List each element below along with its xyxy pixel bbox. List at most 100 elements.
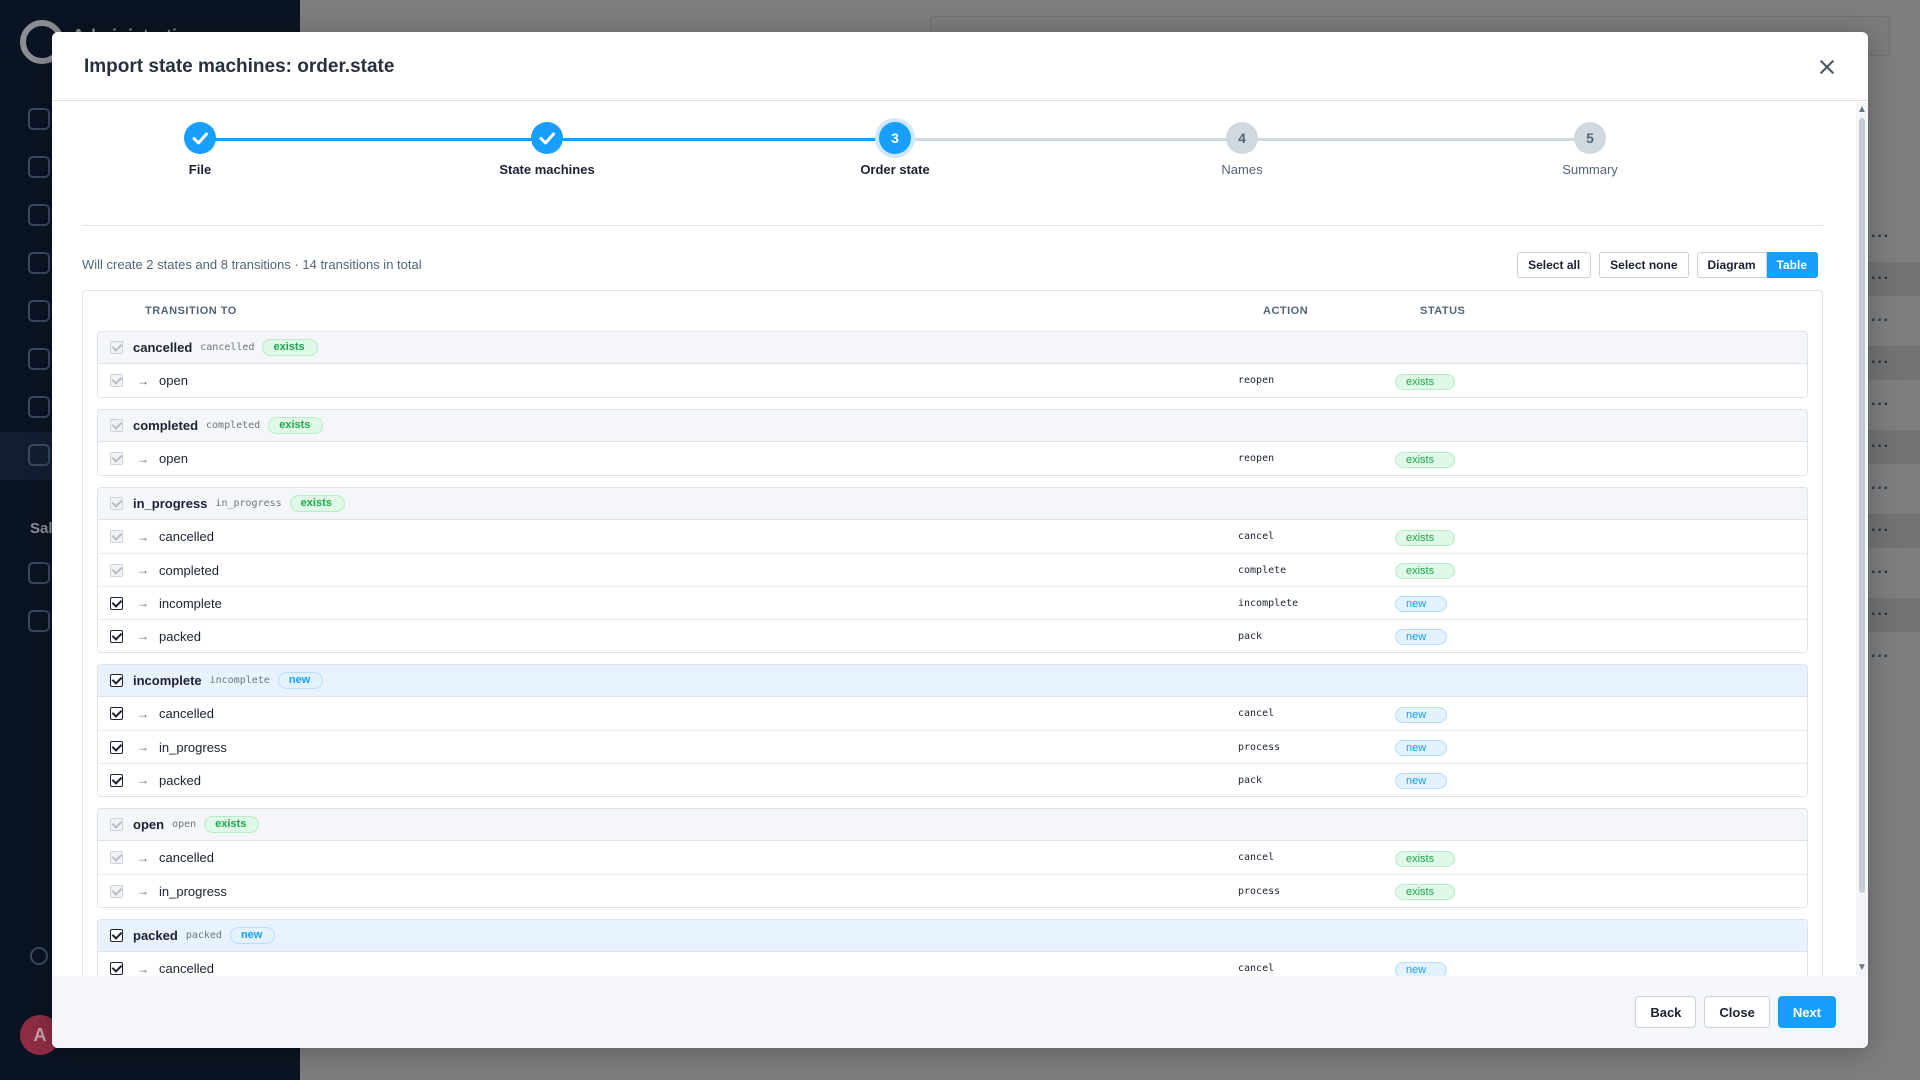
row-actions-icon: ···	[1871, 312, 1890, 329]
arrow-right-icon: →	[137, 773, 149, 787]
state-checkbox	[110, 419, 123, 432]
row-actions-icon: ···	[1871, 270, 1890, 287]
step-file: File	[100, 122, 300, 177]
transition-row: → open reopen exists	[98, 364, 1807, 397]
transition-row: → cancelled cancel exists	[98, 841, 1807, 874]
column-header-status: STATUS	[1420, 305, 1466, 317]
transition-checkbox[interactable]	[110, 596, 123, 610]
transition-status: exists	[1395, 528, 1456, 546]
arrow-right-icon: →	[137, 629, 149, 643]
state-row-in_progress: in_progress in_progress exists	[98, 488, 1807, 520]
transition-to: cancelled	[159, 706, 214, 721]
back-button[interactable]: Back	[1635, 996, 1697, 1028]
column-header-action: ACTION	[1263, 305, 1309, 317]
scrollbar-thumb[interactable]	[1859, 118, 1865, 893]
row-actions-icon: ···	[1871, 438, 1890, 455]
state-name: incomplete	[133, 673, 202, 688]
transition-status: exists	[1395, 561, 1456, 579]
transition-row: → packed pack new	[98, 763, 1807, 796]
status-badge: exists	[1395, 563, 1456, 579]
state-technical-name: cancelled	[200, 342, 255, 353]
arrow-right-icon: →	[137, 740, 149, 754]
step-number: 3	[879, 122, 911, 154]
scroll-down-icon[interactable]: ▼	[1857, 962, 1867, 973]
transition-checkbox[interactable]	[110, 773, 123, 787]
transition-checkbox[interactable]	[110, 962, 123, 975]
state-technical-name: open	[172, 819, 197, 830]
transition-row: → in_progress process new	[98, 730, 1807, 763]
arrow-right-icon: →	[137, 884, 149, 898]
state-technical-name: incomplete	[209, 675, 270, 686]
transition-row: → open reopen exists	[98, 442, 1807, 475]
state-checkbox[interactable]	[110, 929, 123, 942]
state-name: cancelled	[133, 340, 193, 355]
transitions-table: TRANSITION TO ACTION STATUS cancelled can…	[82, 290, 1823, 976]
transition-action: incomplete	[1238, 597, 1299, 609]
state-name: open	[133, 817, 165, 832]
select-none-button[interactable]: Select none	[1599, 252, 1689, 278]
modal-header: Import state machines: order.state	[52, 32, 1868, 101]
transition-action: reopen	[1238, 375, 1275, 386]
status-badge: new	[1395, 740, 1448, 756]
transition-status: exists	[1395, 450, 1456, 468]
row-actions-icon: ···	[1871, 354, 1890, 371]
status-badge: new	[1395, 961, 1448, 976]
state-checkbox	[110, 497, 123, 510]
transition-action: pack	[1238, 630, 1263, 642]
transition-checkbox	[110, 563, 123, 577]
transition-action: cancel	[1238, 708, 1275, 719]
transition-checkbox[interactable]	[110, 740, 123, 754]
transition-status: new	[1395, 738, 1448, 756]
next-button[interactable]: Next	[1777, 996, 1836, 1028]
transition-checkbox	[110, 530, 123, 543]
step-state-machines: State machines	[447, 122, 647, 177]
status-badge: new	[1395, 629, 1448, 645]
transition-to: packed	[159, 772, 201, 788]
arrow-right-icon: →	[137, 596, 149, 610]
state-name: in_progress	[133, 496, 208, 511]
scroll-up-icon[interactable]: ▲	[1857, 104, 1867, 115]
transition-checkbox	[110, 884, 123, 898]
diagram-view-button[interactable]: Diagram	[1696, 252, 1767, 278]
state-checkbox	[110, 341, 123, 354]
row-actions-icon: ···	[1871, 522, 1890, 539]
row-actions-icon: ···	[1871, 564, 1890, 581]
transition-status: new	[1395, 627, 1448, 645]
marketing-icon	[28, 348, 50, 370]
close-button[interactable]: Close	[1704, 996, 1770, 1028]
transition-to: cancelled	[159, 961, 214, 976]
arrow-right-icon: →	[137, 373, 149, 388]
check-icon	[184, 122, 216, 154]
row-actions-icon: ···	[1871, 606, 1890, 623]
transition-row: → completed complete exists	[98, 553, 1807, 586]
table-view-button[interactable]: Table	[1766, 252, 1818, 278]
table-toolbar: Select all Select none Diagram Table	[1517, 252, 1818, 278]
transition-to: incomplete	[159, 595, 222, 611]
transition-checkbox[interactable]	[110, 629, 123, 643]
arrow-right-icon: →	[137, 706, 149, 721]
arrow-right-icon: →	[137, 451, 149, 466]
table-header: TRANSITION TO ACTION STATUS	[97, 291, 1808, 331]
transition-action: process	[1238, 741, 1281, 753]
select-all-button[interactable]: Select all	[1517, 252, 1592, 278]
transition-to: cancelled	[159, 850, 214, 865]
dashboard-icon	[28, 108, 50, 130]
close-icon[interactable]	[1816, 56, 1838, 78]
state-checkbox[interactable]	[110, 674, 123, 687]
transition-action: process	[1238, 885, 1281, 897]
column-header-transition-to: TRANSITION TO	[145, 305, 237, 317]
status-badge: exists	[1395, 850, 1456, 867]
transition-checkbox[interactable]	[110, 707, 123, 720]
transition-row: → cancelled cancel new	[98, 697, 1807, 730]
arrow-right-icon: →	[137, 850, 149, 865]
import-summary: Will create 2 states and 8 transitions ·…	[82, 257, 422, 272]
status-badge: exists	[1395, 451, 1456, 468]
modal-scrollbar[interactable]: ▲ ▼	[1856, 102, 1868, 976]
status-badge: new	[1395, 773, 1448, 789]
step-summary: 5 Summary	[1490, 122, 1690, 177]
transition-row: → cancelled cancel exists	[98, 520, 1807, 553]
transition-status: new	[1395, 705, 1448, 723]
transition-status: exists	[1395, 372, 1456, 390]
arrow-right-icon: →	[137, 961, 149, 976]
storefront-icon	[28, 610, 50, 632]
